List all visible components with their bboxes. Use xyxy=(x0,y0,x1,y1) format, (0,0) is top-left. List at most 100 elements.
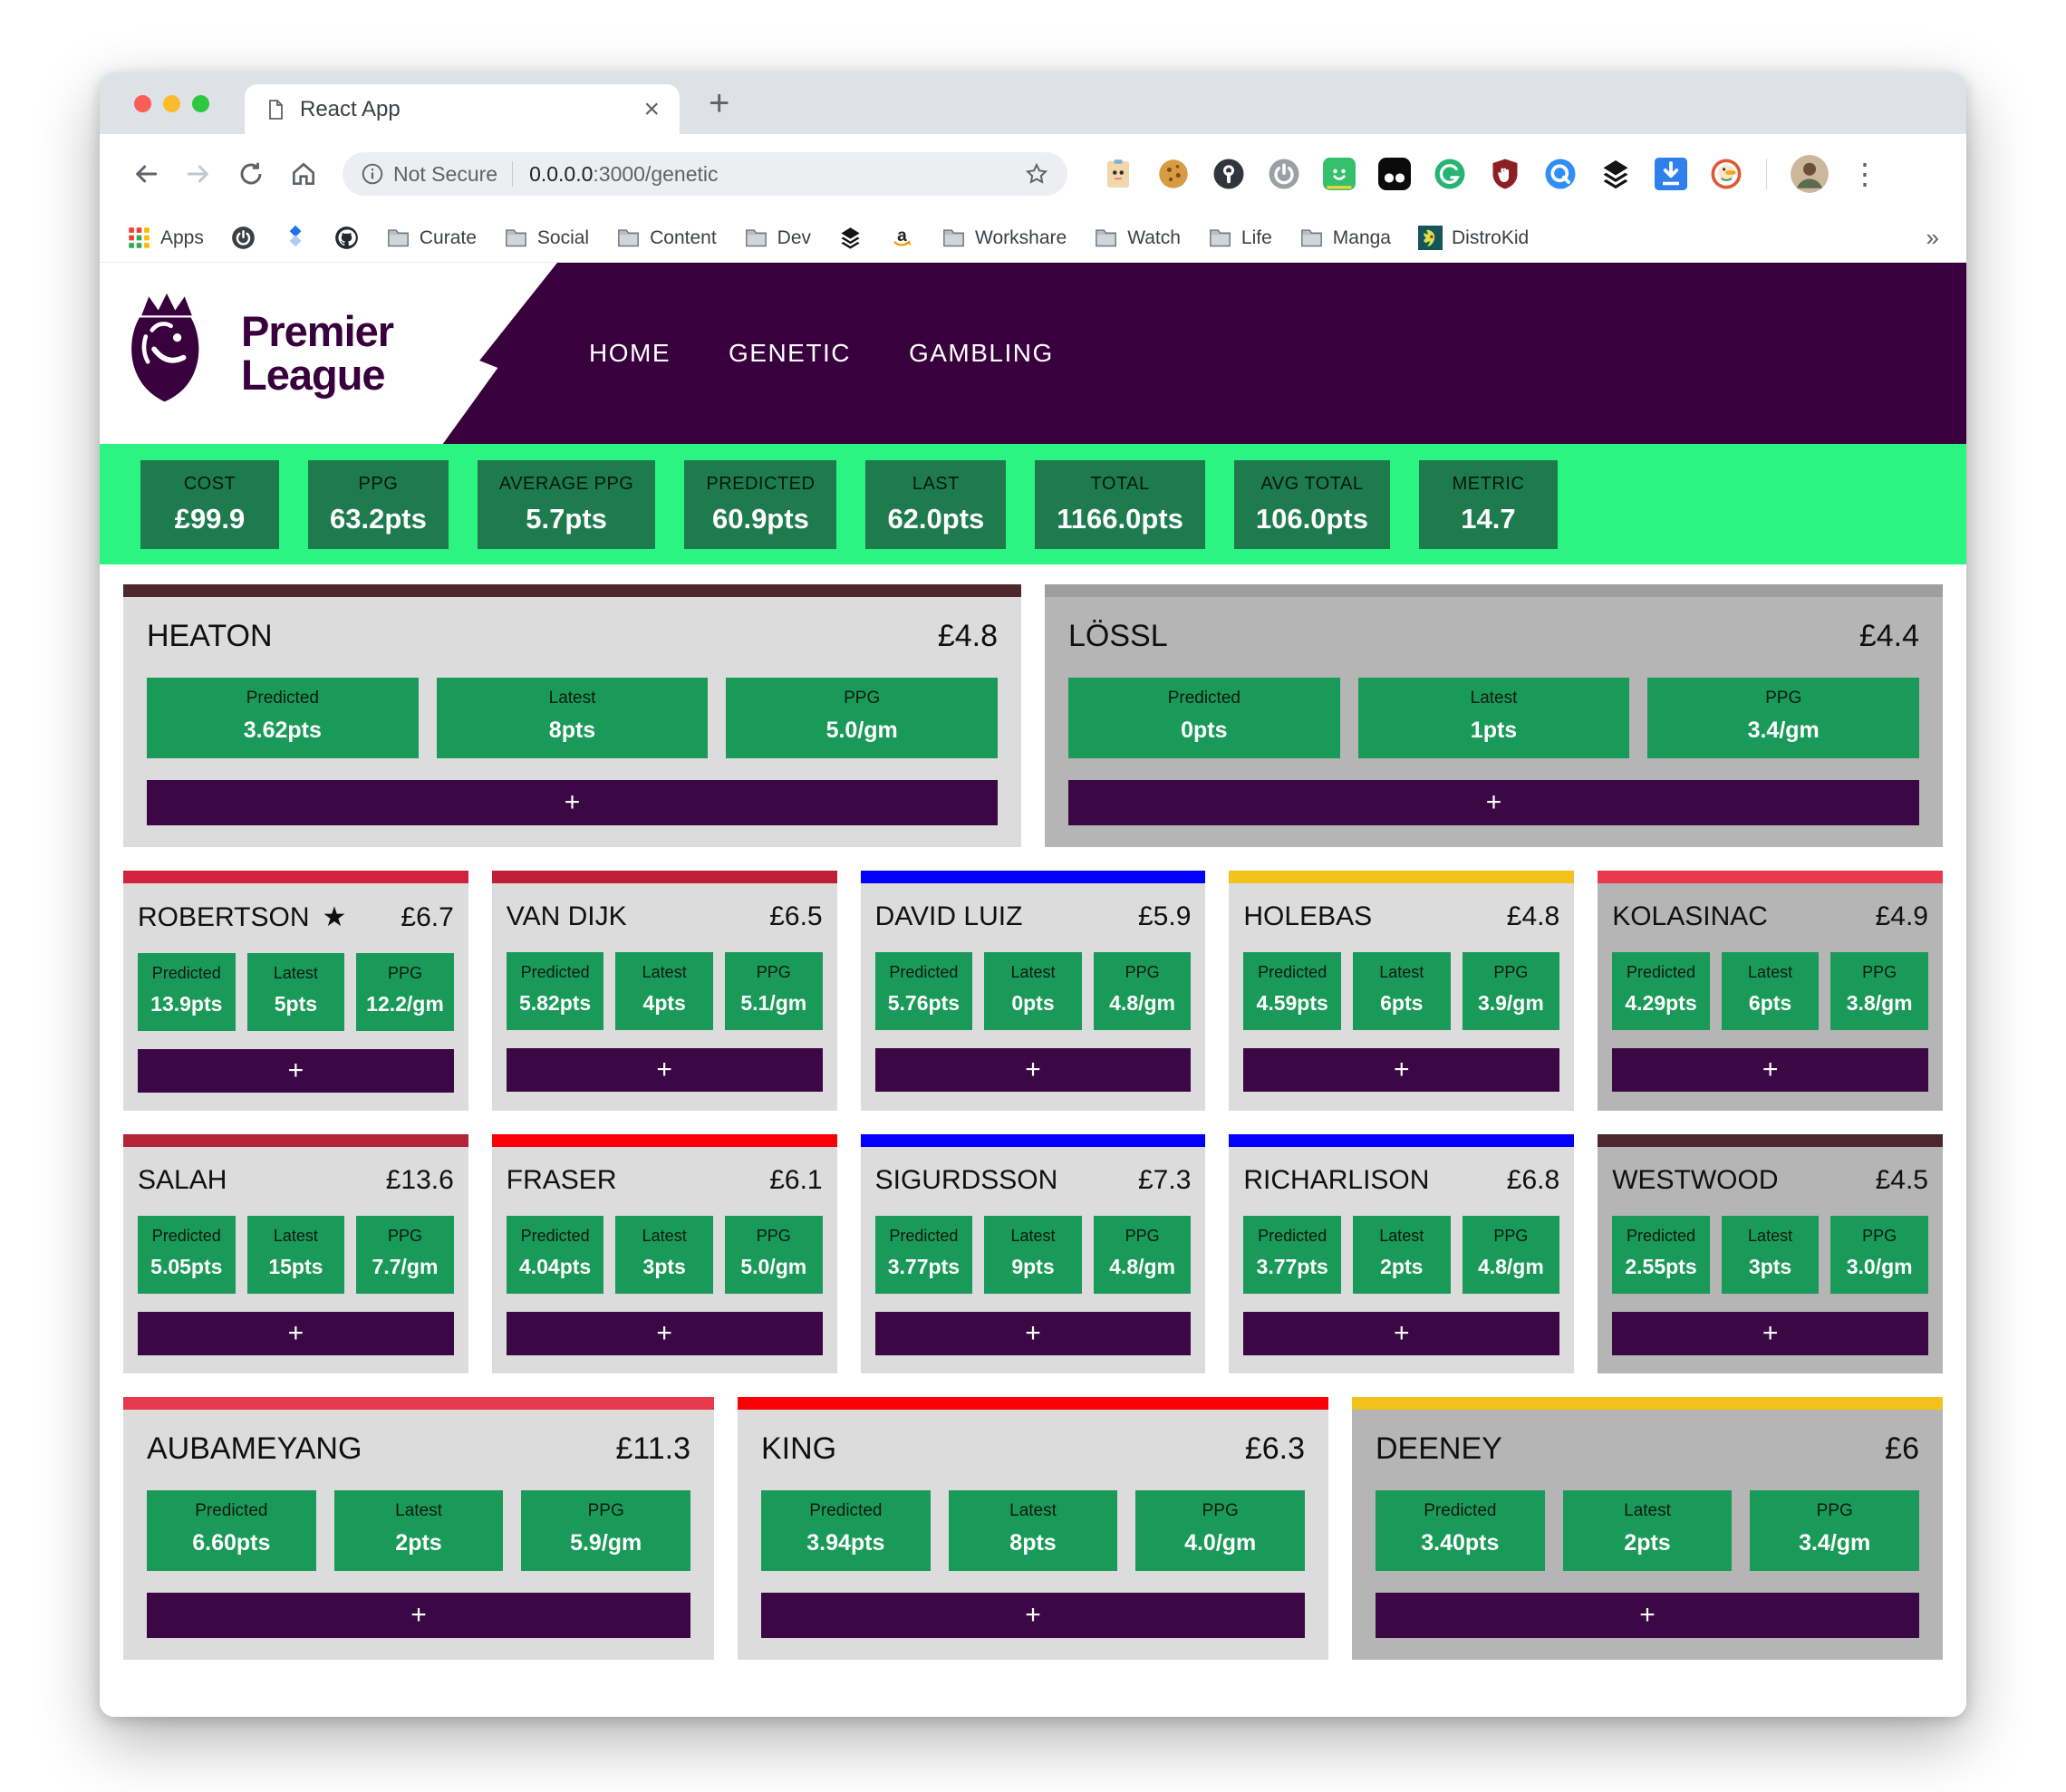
ppg-stat: PPG 3.8/gm xyxy=(1830,952,1928,1030)
summary-stat-avg-total: AVG TOTAL106.0pts xyxy=(1234,460,1390,549)
grammarly-extension-icon[interactable] xyxy=(1434,158,1466,190)
stat-label: Predicted xyxy=(1379,1501,1541,1521)
bookmark-item[interactable]: Social xyxy=(504,226,589,250)
nav-genetic[interactable]: GENETIC xyxy=(729,339,851,368)
player-card: HEATON★ £4.8 Predicted 3.62pts Latest 8p… xyxy=(123,584,1021,847)
add-player-button[interactable]: + xyxy=(1612,1048,1928,1092)
nav-home[interactable]: HOME xyxy=(589,339,671,368)
bookmark-item[interactable]: a xyxy=(890,226,914,250)
team-summary-bar: COST£99.9PPG63.2ptsAVERAGE PPG5.7ptsPRED… xyxy=(100,444,1966,564)
cookie-extension-icon[interactable] xyxy=(1157,158,1190,190)
card-body: VAN DIJK★ £6.5 Predicted 5.82pts Latest … xyxy=(492,883,837,1110)
add-player-button[interactable]: + xyxy=(138,1312,454,1355)
card-body: KING★ £6.3 Predicted 3.94pts Latest 8pts… xyxy=(738,1410,1328,1660)
card-body: WESTWOOD★ £4.5 Predicted 2.55pts Latest … xyxy=(1598,1147,1943,1373)
glasses-extension-icon[interactable] xyxy=(1378,158,1411,190)
stat-label: PPG xyxy=(1097,963,1188,982)
power-ext-extension-icon[interactable] xyxy=(1268,158,1300,190)
reload-button[interactable] xyxy=(230,153,272,195)
qapp-extension-icon[interactable] xyxy=(1544,158,1577,190)
onepassword-extension-icon[interactable] xyxy=(1212,158,1245,190)
browser-tab[interactable]: React App × xyxy=(245,84,680,134)
close-window-button[interactable] xyxy=(134,95,151,112)
adblock-extension-icon[interactable] xyxy=(1489,158,1521,190)
add-player-button[interactable]: + xyxy=(1376,1593,1919,1638)
buffer-extension-icon[interactable] xyxy=(1102,158,1134,190)
predicted-stat: Predicted 6.60pts xyxy=(147,1490,316,1571)
minimize-window-button[interactable] xyxy=(163,95,180,112)
add-player-button[interactable]: + xyxy=(1243,1312,1559,1355)
browser-menu-icon[interactable]: ⋮ xyxy=(1850,157,1879,191)
add-player-button[interactable]: + xyxy=(1243,1048,1559,1092)
add-player-button[interactable]: + xyxy=(761,1593,1305,1638)
forward-button[interactable] xyxy=(178,153,219,195)
add-player-button[interactable]: + xyxy=(507,1312,823,1355)
tab-close-icon[interactable]: × xyxy=(643,96,660,123)
ppg-value: 7.7/gm xyxy=(360,1255,450,1279)
bookmark-item[interactable] xyxy=(838,226,863,250)
player-name: HEATON★ xyxy=(147,619,273,654)
bookmark-item[interactable] xyxy=(231,226,256,250)
stat-label: PPG xyxy=(1139,1501,1301,1521)
ppg-stat: PPG 12.2/gm xyxy=(356,953,454,1031)
bookmark-item[interactable]: Life xyxy=(1208,226,1272,250)
predicted-stat: Predicted 0pts xyxy=(1068,678,1340,758)
info-icon[interactable] xyxy=(361,162,384,186)
bookmarks-overflow-icon[interactable]: » xyxy=(1926,224,1939,252)
player-stats: Predicted 5.76pts Latest 0pts PPG 4.8/gm xyxy=(875,952,1192,1030)
player-stats: Predicted 2.55pts Latest 3pts PPG 3.0/gm xyxy=(1612,1216,1928,1294)
bookmark-item[interactable]: Curate xyxy=(386,226,477,250)
card-row: HEATON★ £4.8 Predicted 3.62pts Latest 8p… xyxy=(123,584,1943,847)
new-tab-button[interactable]: + xyxy=(709,85,729,121)
ppg-stat: PPG 5.0/gm xyxy=(726,678,998,758)
predicted-stat: Predicted 2.55pts xyxy=(1612,1216,1710,1294)
home-button[interactable] xyxy=(283,153,324,195)
duck-extension-icon[interactable] xyxy=(1710,158,1743,190)
layers-extension-icon[interactable] xyxy=(1599,158,1632,190)
bookmark-item[interactable]: Content xyxy=(616,226,717,250)
back-button[interactable] xyxy=(125,153,167,195)
bookmark-item[interactable]: Workshare xyxy=(941,226,1067,250)
add-player-button[interactable]: + xyxy=(875,1048,1192,1092)
add-player-button[interactable]: + xyxy=(1612,1312,1928,1355)
bookmark-item[interactable]: DistroKid xyxy=(1418,226,1529,250)
player-price: £4.8 xyxy=(1507,901,1559,932)
ppg-value: 4.8/gm xyxy=(1466,1255,1557,1279)
add-player-button[interactable]: + xyxy=(147,780,998,825)
predicted-stat: Predicted 4.04pts xyxy=(507,1216,604,1294)
card-row: ROBERTSON★ £6.7 Predicted 13.9pts Latest… xyxy=(123,871,1943,1111)
add-player-button[interactable]: + xyxy=(507,1048,823,1092)
browser-window: React App × + Not Secure 0.0.0.0 :3000/g… xyxy=(100,72,1966,1717)
apps-shortcut[interactable]: Apps xyxy=(127,226,204,250)
bookmark-item[interactable]: Manga xyxy=(1299,226,1391,250)
maximize-window-button[interactable] xyxy=(192,95,209,112)
player-stats: Predicted 3.94pts Latest 8pts PPG 4.0/gm xyxy=(761,1490,1305,1571)
latest-stat: Latest 5pts xyxy=(247,953,345,1031)
profile-avatar[interactable] xyxy=(1791,155,1829,193)
bookmark-item[interactable] xyxy=(334,226,359,250)
bookmark-item[interactable] xyxy=(283,226,307,250)
bookmark-star-icon[interactable] xyxy=(1024,161,1049,187)
stat-label: PPG xyxy=(1651,689,1916,708)
player-name: AUBAMEYANG★ xyxy=(147,1431,362,1467)
player-price: £6.3 xyxy=(1245,1431,1305,1467)
player-name: RICHARLISON★ xyxy=(1243,1165,1429,1196)
player-name: KING★ xyxy=(761,1431,836,1467)
card-body: ROBERTSON★ £6.7 Predicted 13.9pts Latest… xyxy=(123,883,468,1111)
address-bar[interactable]: Not Secure 0.0.0.0 :3000/genetic xyxy=(343,152,1067,196)
add-player-button[interactable]: + xyxy=(1068,780,1919,825)
predicted-stat: Predicted 3.77pts xyxy=(875,1216,973,1294)
add-player-button[interactable]: + xyxy=(875,1312,1192,1355)
bitmoji-extension-icon[interactable] xyxy=(1323,158,1356,190)
stat-label: Latest xyxy=(251,964,342,983)
add-player-button[interactable]: + xyxy=(147,1593,690,1638)
nav-gambling[interactable]: GAMBLING xyxy=(909,339,1054,368)
bookmark-item[interactable]: Watch xyxy=(1094,226,1181,250)
player-price: £6 xyxy=(1885,1431,1919,1467)
latest-value: 8pts xyxy=(952,1530,1115,1556)
add-player-button[interactable]: + xyxy=(138,1049,454,1093)
player-stats: Predicted 3.40pts Latest 2pts PPG 3.4/gm xyxy=(1376,1490,1919,1571)
download-extension-icon[interactable] xyxy=(1655,158,1687,190)
summary-stat-ppg: PPG63.2pts xyxy=(308,460,449,549)
bookmark-item[interactable]: Dev xyxy=(744,226,811,250)
